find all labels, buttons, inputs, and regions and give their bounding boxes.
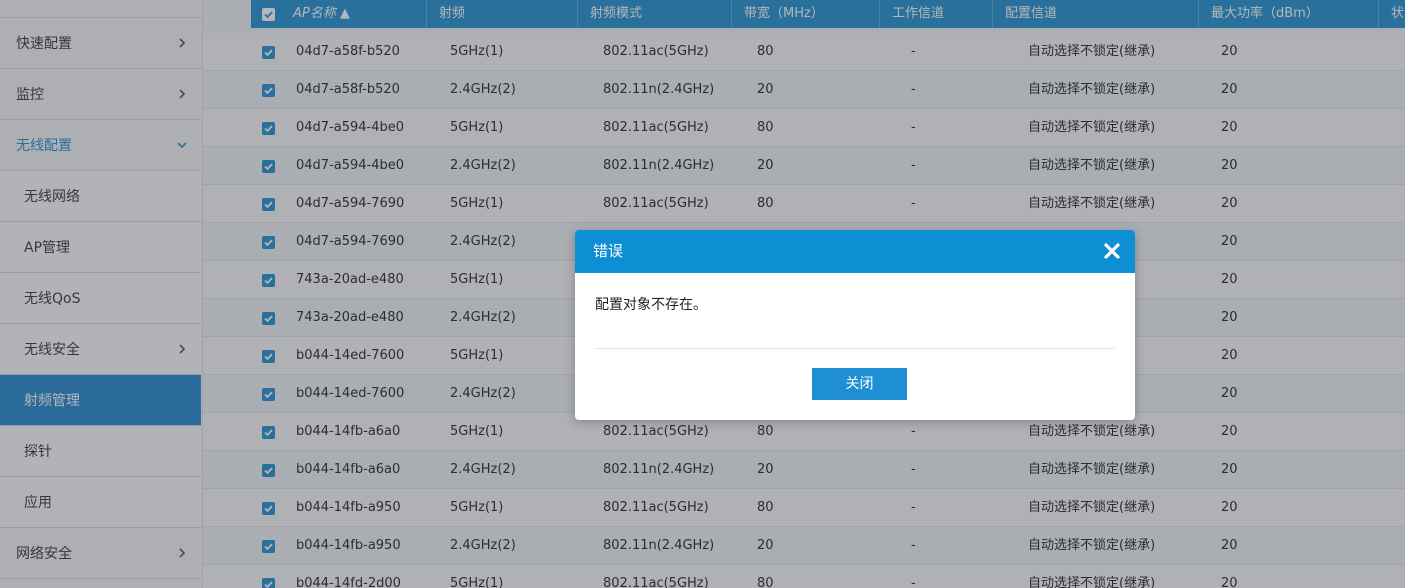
dialog-message: 配置对象不存在。 <box>595 297 707 313</box>
dialog-title: 错误 <box>593 242 624 260</box>
close-icon[interactable] <box>1103 242 1121 260</box>
dialog-header: 错误 <box>575 230 1135 273</box>
close-button[interactable]: 关闭 <box>812 368 907 400</box>
error-dialog: 错误 配置对象不存在。 关闭 <box>575 230 1135 420</box>
dialog-divider <box>595 348 1115 349</box>
